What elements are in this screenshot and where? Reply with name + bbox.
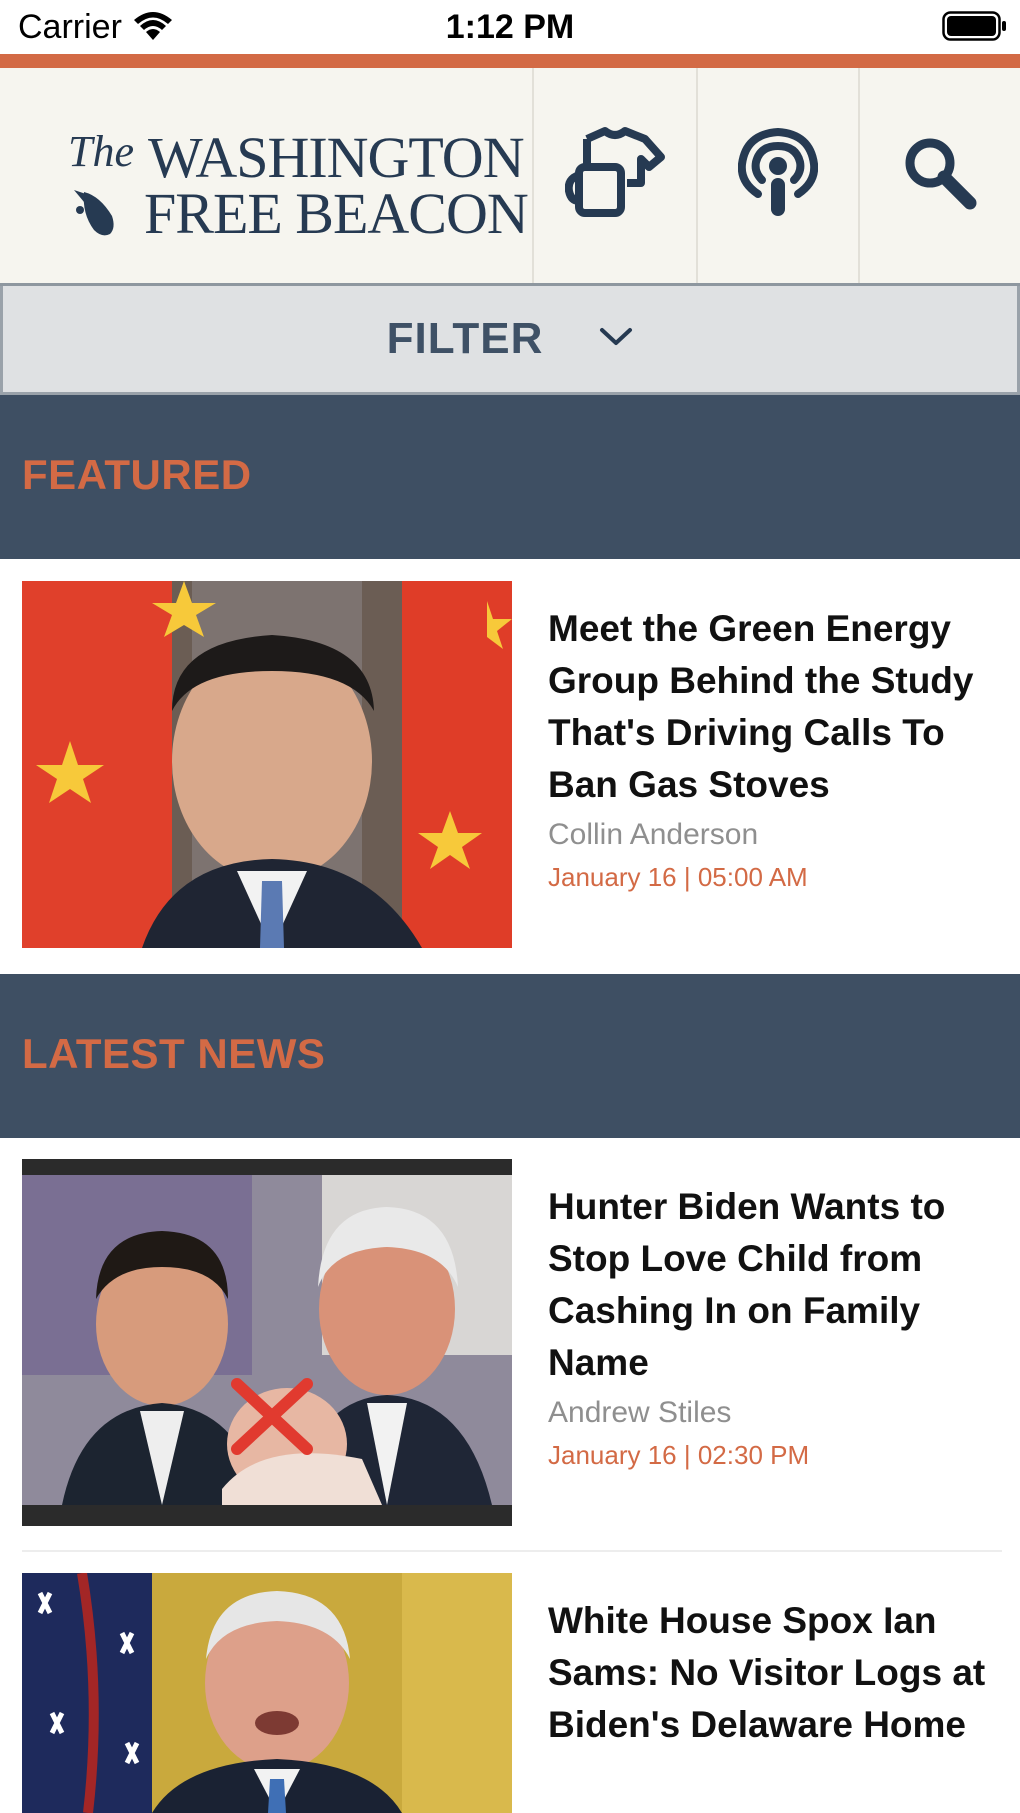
status-bar: Carrier 1:12 PM	[0, 0, 1020, 54]
latest-article[interactable]: Hunter Biden Wants to Stop Love Child fr…	[0, 1159, 1020, 1526]
article-text: Meet the Green Energy Group Behind the S…	[548, 603, 1008, 897]
article-thumbnail[interactable]	[22, 581, 512, 948]
app-header: The WASHINGTON FREE BEACON	[0, 68, 1020, 286]
shop-button[interactable]	[532, 68, 696, 283]
accent-strip	[0, 54, 1020, 68]
article-date: January 16 | 02:30 PM	[548, 1440, 810, 1470]
filter-label: FILTER	[386, 314, 544, 363]
article-thumbnail[interactable]	[22, 1573, 512, 1813]
latest-article[interactable]: White House Spox Ian Sams: No Visitor Lo…	[0, 1573, 1020, 1813]
list-divider	[22, 1550, 1002, 1552]
article-headline[interactable]: Meet the Green Energy Group Behind the S…	[548, 603, 1008, 811]
battery-icon	[942, 10, 1008, 47]
search-icon	[902, 135, 978, 216]
article-author: Andrew Stiles	[548, 1396, 732, 1429]
rocket-icon	[70, 186, 120, 245]
search-button[interactable]	[858, 68, 1020, 283]
podcast-icon	[737, 127, 819, 223]
article-headline[interactable]: White House Spox Ian Sams: No Visitor Lo…	[548, 1595, 1008, 1751]
featured-article[interactable]: Meet the Green Energy Group Behind the S…	[0, 581, 1020, 948]
status-time: 1:12 PM	[445, 8, 575, 46]
logo-line-2: FREE BEACON	[144, 181, 529, 246]
chevron-down-icon	[599, 326, 633, 353]
section-header-featured: FEATURED	[0, 395, 1020, 559]
podcast-button[interactable]	[696, 68, 858, 283]
washington-free-beacon-logo[interactable]: The WASHINGTON FREE BEACON	[64, 118, 529, 258]
logo-the: The	[68, 127, 134, 176]
article-text: Hunter Biden Wants to Stop Love Child fr…	[548, 1181, 1008, 1475]
filter-dropdown[interactable]: FILTER	[0, 286, 1020, 395]
article-text: White House Spox Ian Sams: No Visitor Lo…	[548, 1595, 1008, 1751]
article-headline[interactable]: Hunter Biden Wants to Stop Love Child fr…	[548, 1181, 1008, 1389]
section-title-featured: FEATURED	[22, 451, 252, 498]
article-date: January 16 | 05:00 AM	[548, 862, 808, 892]
section-title-latest-news: LATEST NEWS	[22, 1030, 326, 1077]
section-header-latest-news: LATEST NEWS	[0, 974, 1020, 1138]
shop-icon	[564, 123, 665, 228]
article-thumbnail[interactable]	[22, 1159, 512, 1526]
article-author: Collin Anderson	[548, 818, 759, 851]
